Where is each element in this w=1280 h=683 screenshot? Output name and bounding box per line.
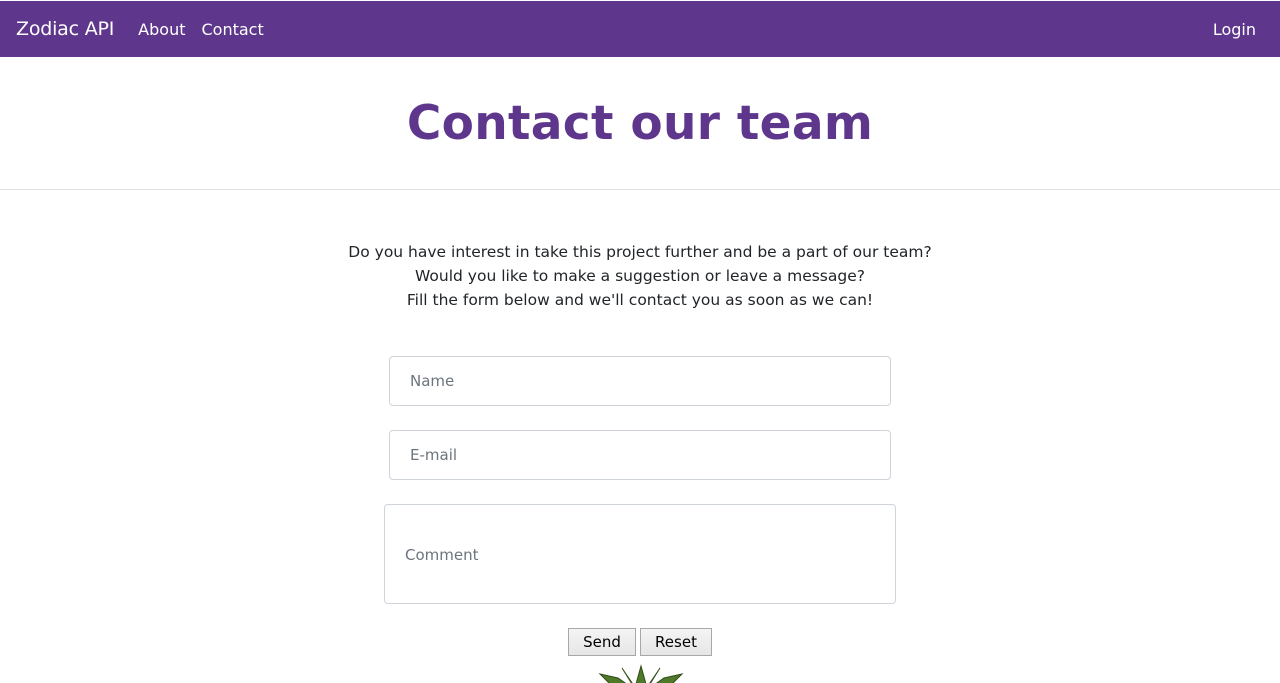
send-button[interactable]: Send bbox=[568, 628, 636, 656]
nav-link-about[interactable]: About bbox=[138, 20, 185, 39]
intro-line-2: Would you like to make a suggestion or l… bbox=[415, 267, 865, 285]
intro-line-1: Do you have interest in take this projec… bbox=[348, 243, 932, 261]
page-header: Contact our team bbox=[0, 57, 1280, 190]
cannabis-leaf-icon bbox=[598, 664, 684, 683]
page-title: Contact our team bbox=[406, 95, 874, 151]
login-link[interactable]: Login bbox=[1213, 20, 1256, 39]
intro-text: Do you have interest in take this projec… bbox=[0, 240, 1280, 312]
reset-button[interactable]: Reset bbox=[640, 628, 712, 656]
name-field[interactable] bbox=[389, 356, 891, 406]
top-navbar: Zodiac API About Contact Login bbox=[0, 1, 1280, 57]
intro-line-3: Fill the form below and we'll contact yo… bbox=[406, 291, 874, 309]
brand-link[interactable]: Zodiac API bbox=[16, 18, 114, 40]
comment-field[interactable] bbox=[384, 504, 896, 604]
email-field[interactable] bbox=[389, 430, 891, 480]
nav-link-contact[interactable]: Contact bbox=[201, 20, 263, 39]
